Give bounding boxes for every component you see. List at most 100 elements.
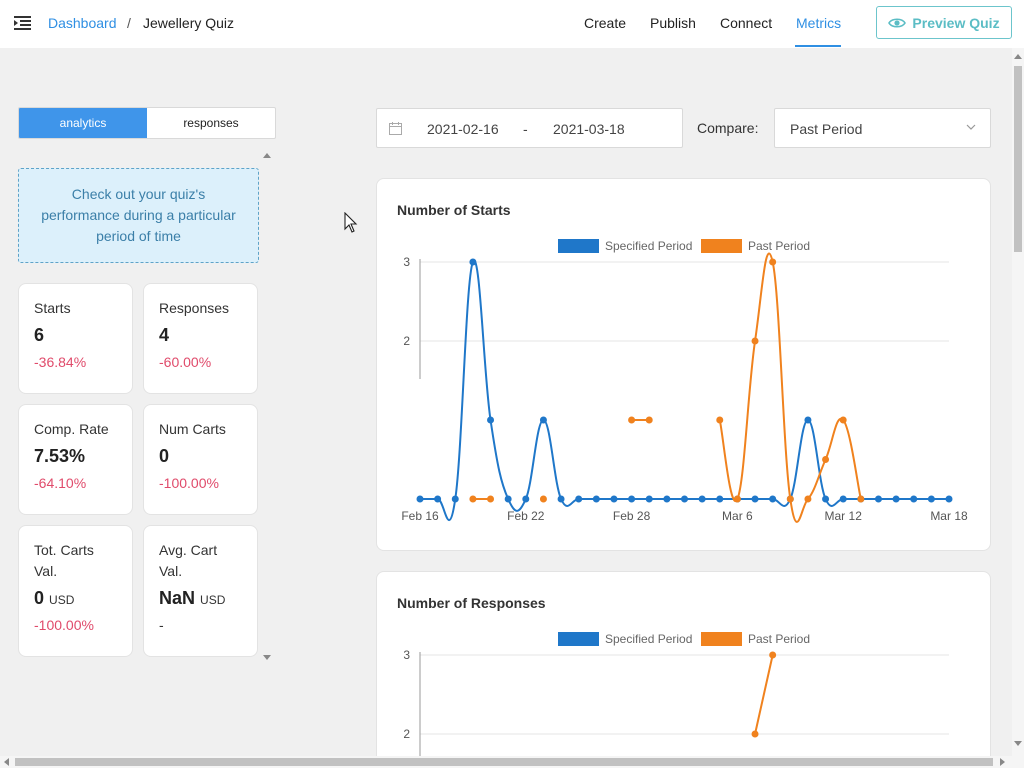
mouse-cursor-icon [344, 212, 358, 233]
data-point [681, 495, 688, 503]
panel-scroll-down-arrow[interactable] [263, 655, 271, 660]
data-point [539, 495, 547, 503]
stat-label: Avg. Cart Val. [159, 542, 218, 579]
x-tick-label: Feb 16 [401, 509, 439, 523]
data-point [839, 416, 847, 424]
eye-icon [888, 17, 907, 28]
compare-select[interactable]: Past Period [774, 108, 991, 148]
data-point [522, 495, 530, 503]
compare-value: Past Period [790, 121, 863, 137]
legend-swatch [558, 632, 599, 646]
vertical-scroll-thumb[interactable] [1014, 66, 1022, 252]
stat-change: -36.84% [34, 354, 87, 370]
nav-active-underline [795, 45, 841, 47]
data-point [786, 495, 794, 503]
legend-label: Past Period [748, 239, 810, 253]
menu-fold-icon[interactable] [14, 14, 32, 32]
preview-quiz-button[interactable]: Preview Quiz [876, 6, 1012, 39]
data-point [698, 495, 706, 503]
legend-label: Specified Period [605, 632, 692, 646]
breadcrumb-current: Jewellery Quiz [143, 15, 235, 31]
data-point [592, 495, 600, 503]
nav-metrics[interactable]: Metrics [796, 15, 841, 31]
legend-label: Specified Period [605, 239, 692, 253]
vertical-scrollbar[interactable] [1012, 48, 1024, 756]
calendar-icon [389, 122, 402, 135]
chevron-down-icon [966, 124, 976, 130]
data-point [451, 495, 459, 503]
stat-unit: USD [200, 593, 226, 607]
date-end-input[interactable]: 2021-03-18 [553, 121, 625, 137]
data-point [769, 495, 777, 503]
data-point [822, 456, 830, 463]
stat-change: -100.00% [34, 617, 94, 633]
stat-card-starts: Starts 6 -36.84% [18, 283, 133, 394]
x-tick-label: Mar 6 [722, 509, 753, 523]
stat-label: Tot. Carts Val. [34, 542, 94, 579]
y-tick-label: 3 [403, 255, 410, 269]
series-line [718, 252, 862, 523]
x-tick-label: Mar 12 [825, 509, 863, 523]
data-point [645, 416, 653, 424]
data-point [822, 495, 830, 503]
series-line [419, 259, 949, 521]
data-point [857, 495, 865, 503]
scroll-down-arrow[interactable] [1014, 741, 1022, 746]
horizontal-scroll-thumb[interactable] [15, 758, 993, 766]
scroll-right-arrow[interactable] [1000, 758, 1005, 766]
preview-quiz-label: Preview Quiz [912, 14, 1000, 31]
nav-create[interactable]: Create [584, 15, 626, 31]
legend-swatch [701, 239, 742, 253]
scroll-up-arrow[interactable] [1014, 54, 1022, 59]
stat-label: Comp. Rate [34, 421, 109, 437]
starts-line-chart: Specified Period Past Period 2 3 Feb 16 Feb 2… [401, 239, 968, 523]
breadcrumb-dashboard[interactable]: Dashboard [48, 15, 117, 31]
data-point [628, 416, 636, 424]
data-point [557, 495, 565, 503]
data-point [645, 495, 653, 503]
stat-value: 4 [159, 325, 170, 345]
data-point [927, 495, 935, 503]
x-tick-label: Mar 18 [930, 509, 968, 523]
data-point [751, 337, 759, 345]
x-tick-label: Feb 22 [507, 509, 545, 523]
stat-card-responses: Responses 4 -60.00% [143, 283, 258, 394]
date-start-input[interactable]: 2021-02-16 [427, 121, 499, 137]
data-point [804, 495, 812, 503]
chart-card-responses: Number of Responses Specified Period Past… [376, 571, 991, 768]
data-point [804, 416, 812, 424]
responses-line-chart: Specified Period Past Period 2 3 [403, 632, 949, 768]
data-point [487, 495, 495, 503]
data-point [434, 495, 442, 503]
date-range-separator: - [523, 121, 528, 137]
stat-label: Responses [159, 300, 230, 316]
stat-card-completion-rate: Comp. Rate 7.53% -64.10% [18, 404, 133, 515]
panel-scroll-up-arrow[interactable] [263, 153, 271, 158]
breadcrumb-separator: / [127, 15, 131, 31]
stat-change: -60.00% [159, 354, 212, 370]
view-toggle: analytics responses [18, 107, 276, 139]
nav-publish[interactable]: Publish [650, 15, 696, 31]
data-point [751, 730, 759, 738]
stat-card-num-carts: Num Carts 0 -100.00% [143, 404, 258, 515]
data-point [469, 495, 477, 503]
scroll-left-arrow[interactable] [4, 758, 9, 766]
data-point [874, 495, 882, 503]
stat-value: 6 [34, 325, 45, 345]
stat-value: 0 USD [34, 588, 75, 608]
stat-value: 7.53% [34, 446, 86, 466]
data-point [892, 495, 900, 503]
top-bar: Dashboard / Jewellery Quiz Create Publis… [0, 0, 1024, 48]
legend-swatch [558, 239, 599, 253]
nav-connect[interactable]: Connect [720, 15, 772, 31]
data-point [469, 258, 477, 266]
data-point [769, 258, 777, 266]
tab-responses[interactable]: responses [147, 108, 275, 138]
horizontal-scrollbar[interactable] [0, 756, 1024, 768]
legend-swatch [701, 632, 742, 646]
series-line [754, 654, 774, 735]
data-point [539, 416, 547, 424]
date-range-picker[interactable]: 2021-02-16 - 2021-03-18 [376, 108, 683, 148]
tab-analytics[interactable]: analytics [19, 108, 147, 138]
stat-value: NaN USD [159, 588, 226, 608]
